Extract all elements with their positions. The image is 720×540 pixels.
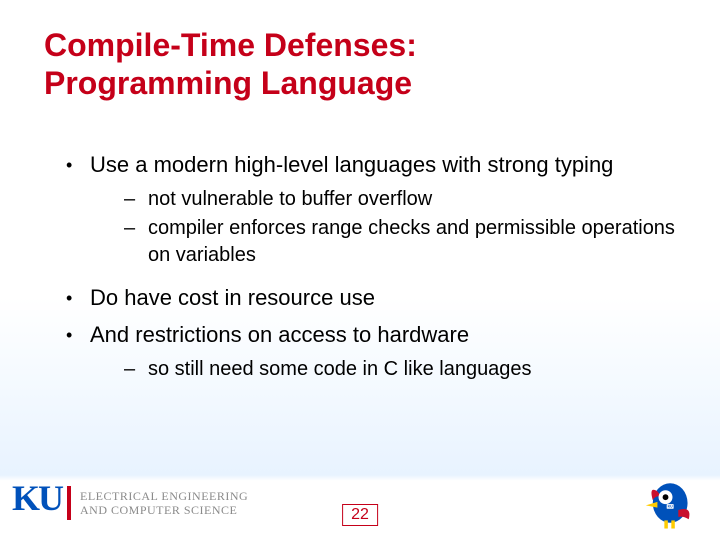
slide: Compile-Time Defenses: Programming Langu… — [0, 0, 720, 540]
bullet-item: Do have cost in resource use — [60, 283, 680, 313]
ku-logo: KU — [12, 480, 70, 528]
dept-line-2: AND COMPUTER SCIENCE — [80, 503, 237, 517]
jayhawk-mascot-icon: KU — [638, 474, 700, 532]
department-name: ELECTRICAL ENGINEERING AND COMPUTER SCIE… — [80, 490, 248, 518]
footer-left: KU ELECTRICAL ENGINEERING AND COMPUTER S… — [12, 480, 248, 528]
sub-bullet-text: not vulnerable to buffer overflow — [148, 188, 432, 210]
sub-bullet-text: so still need some code in C like langua… — [148, 358, 532, 380]
bullet-text: Use a modern high-level languages with s… — [90, 152, 613, 177]
svg-text:KU: KU — [668, 505, 674, 509]
sub-bullet-text: compiler enforces range checks and permi… — [148, 217, 675, 266]
ku-logo-bar — [67, 486, 71, 520]
bullet-list: Use a modern high-level languages with s… — [60, 150, 680, 383]
ku-logo-text: KU — [12, 478, 62, 518]
slide-title: Compile-Time Defenses: Programming Langu… — [44, 26, 680, 103]
sub-bullet-item: so still need some code in C like langua… — [124, 356, 680, 383]
sub-bullet-item: not vulnerable to buffer overflow — [124, 186, 680, 213]
bullet-item: Use a modern high-level languages with s… — [60, 150, 680, 269]
sub-bullet-list: not vulnerable to buffer overflow compil… — [124, 186, 680, 269]
slide-body: Use a modern high-level languages with s… — [60, 150, 680, 397]
bullet-text: Do have cost in resource use — [90, 285, 375, 310]
sub-bullet-list: so still need some code in C like langua… — [124, 356, 680, 383]
title-line-1: Compile-Time Defenses: — [44, 27, 417, 63]
title-line-2: Programming Language — [44, 65, 412, 101]
bullet-text: And restrictions on access to hardware — [90, 322, 469, 347]
page-number: 22 — [342, 504, 378, 526]
dept-line-1: ELECTRICAL ENGINEERING — [80, 489, 248, 503]
sub-bullet-item: compiler enforces range checks and permi… — [124, 215, 680, 269]
bullet-item: And restrictions on access to hardware s… — [60, 320, 680, 383]
